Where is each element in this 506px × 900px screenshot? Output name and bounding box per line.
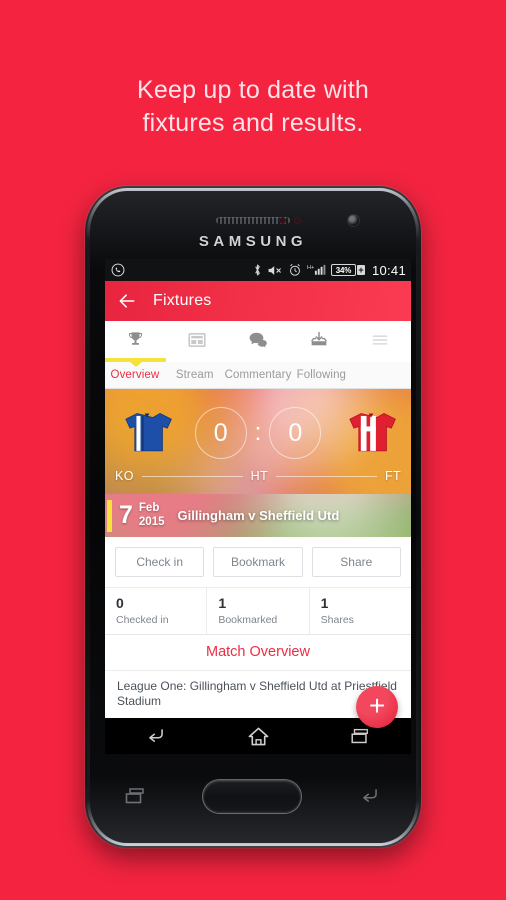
svg-text:H+: H+ bbox=[307, 265, 314, 271]
stat-value: 1 bbox=[320, 595, 329, 611]
stat-label: Shares bbox=[320, 613, 354, 626]
home-nav-icon bbox=[248, 727, 268, 745]
promo-tagline-line1: Keep up to date with bbox=[137, 76, 369, 104]
arrow-left-icon[interactable] bbox=[117, 291, 137, 311]
tab-overview[interactable] bbox=[105, 330, 166, 349]
timeline-halftime-label: HT bbox=[250, 469, 269, 483]
timeline-fulltime-label: FT bbox=[384, 469, 402, 483]
match-score-header: 0 : 0 KO HT FT bbox=[105, 389, 411, 494]
stat-checked-in[interactable]: 0 Checked in bbox=[105, 588, 206, 634]
tab-label-overview[interactable]: Overview bbox=[105, 369, 165, 381]
home-button[interactable] bbox=[203, 779, 301, 813]
battery-percent-label: 34% bbox=[330, 264, 356, 276]
nav-home-button[interactable] bbox=[207, 726, 309, 747]
hsplus-signal-icon: H+ bbox=[307, 264, 326, 275]
tab-indicator-slot bbox=[350, 358, 411, 362]
match-overview-heading: Match Overview bbox=[105, 634, 411, 671]
date-accent-bar bbox=[107, 499, 112, 532]
android-status-bar: H+ 34% + 10:41 bbox=[105, 259, 411, 281]
promo-stage: Keep up to date with fixtures and result… bbox=[0, 0, 506, 900]
nav-recents-button[interactable] bbox=[309, 727, 411, 746]
add-fab-button[interactable]: + bbox=[356, 686, 398, 728]
tab-indicator-active bbox=[105, 358, 167, 362]
stat-label: Bookmarked bbox=[218, 613, 278, 626]
tab-indicator bbox=[105, 358, 411, 362]
match-timeline: KO HT FT bbox=[105, 469, 411, 483]
tab-commentary[interactable] bbox=[227, 331, 288, 349]
match-title: Gillingham v Sheffield Utd bbox=[177, 508, 340, 523]
alarm-clock-icon bbox=[289, 264, 300, 276]
match-date-day: 7 bbox=[119, 501, 133, 529]
promo-tagline-line2: fixtures and results. bbox=[142, 109, 364, 137]
check-in-button[interactable]: Check in bbox=[115, 547, 205, 577]
stat-bookmarked[interactable]: 1 Bookmarked bbox=[206, 588, 308, 634]
away-team-shirt-icon bbox=[349, 413, 396, 452]
tab-more[interactable] bbox=[350, 333, 411, 347]
bluetooth-icon bbox=[255, 264, 260, 276]
score-separator: : bbox=[254, 419, 262, 446]
light-sensor-icon bbox=[293, 217, 301, 224]
match-stats-row: 0 Checked in 1 Bookmarked 1 Shares bbox=[105, 587, 411, 635]
status-bar-clock: 10:41 bbox=[371, 262, 406, 278]
match-date-strip[interactable]: 7 Feb 2015 Gillingham v Sheffield Utd bbox=[105, 494, 411, 537]
timeline-kickoff-label: KO bbox=[115, 469, 134, 483]
recents-key[interactable] bbox=[123, 786, 147, 806]
plus-icon: + bbox=[368, 689, 386, 721]
newspaper-icon bbox=[188, 332, 206, 347]
share-button[interactable]: Share bbox=[311, 547, 401, 577]
nav-back-button[interactable] bbox=[105, 726, 207, 746]
whatsapp-icon bbox=[111, 263, 125, 277]
tab-stream[interactable] bbox=[166, 331, 227, 349]
tab-bar: Overview Stream Commentary Following bbox=[105, 321, 411, 389]
phone-device: SAMSUNG H+ 34% + 10:41 Fixtures Overview… bbox=[85, 186, 421, 848]
home-score: 0 bbox=[194, 407, 247, 459]
stat-shares[interactable]: 1 Shares bbox=[308, 588, 411, 634]
chat-bubbles-icon bbox=[249, 332, 268, 349]
tab-following[interactable] bbox=[289, 331, 350, 349]
back-nav-icon bbox=[149, 729, 163, 742]
promo-tagline: Keep up to date with fixtures and result… bbox=[0, 74, 506, 140]
match-date-month-year: Feb 2015 bbox=[139, 502, 165, 528]
phone-front: SAMSUNG H+ 34% + 10:41 Fixtures Overview… bbox=[90, 191, 416, 843]
match-action-buttons: Check in Bookmark Share bbox=[105, 537, 411, 587]
timeline-line bbox=[276, 475, 377, 477]
tab-indicator-slot bbox=[289, 358, 350, 362]
bookmark-button[interactable]: Bookmark bbox=[213, 547, 303, 577]
stat-value: 1 bbox=[218, 595, 227, 611]
match-date-year: 2015 bbox=[138, 515, 165, 528]
recents-nav-icon bbox=[351, 728, 369, 743]
back-key[interactable] bbox=[357, 786, 383, 806]
app-action-bar: Fixtures bbox=[105, 281, 411, 321]
inbox-download-icon bbox=[311, 331, 328, 345]
front-camera-icon bbox=[347, 215, 359, 226]
device-brand-label: SAMSUNG bbox=[198, 233, 308, 250]
timeline-line bbox=[141, 475, 243, 477]
tab-indicator-slot bbox=[166, 358, 227, 362]
trophy-icon bbox=[129, 332, 143, 345]
tab-label-stream[interactable]: Stream bbox=[165, 369, 225, 381]
page-title: Fixtures bbox=[153, 292, 212, 309]
hardware-key-row bbox=[95, 757, 411, 835]
volume-mute-icon bbox=[268, 265, 281, 275]
tab-label-commentary[interactable]: Commentary bbox=[225, 369, 292, 381]
hamburger-menu-icon bbox=[372, 334, 388, 345]
tab-label-following[interactable]: Following bbox=[291, 369, 351, 381]
tab-indicator-slot bbox=[227, 358, 288, 362]
away-score: 0 bbox=[269, 407, 322, 459]
phone-screen: H+ 34% + 10:41 Fixtures Overview Stream … bbox=[105, 259, 411, 754]
stat-value: 0 bbox=[116, 595, 124, 611]
battery-indicator: 34% + bbox=[330, 264, 365, 276]
match-date-month: Feb bbox=[138, 502, 160, 515]
battery-charging-icon: + bbox=[356, 265, 365, 275]
stat-label: Checked in bbox=[116, 613, 169, 626]
